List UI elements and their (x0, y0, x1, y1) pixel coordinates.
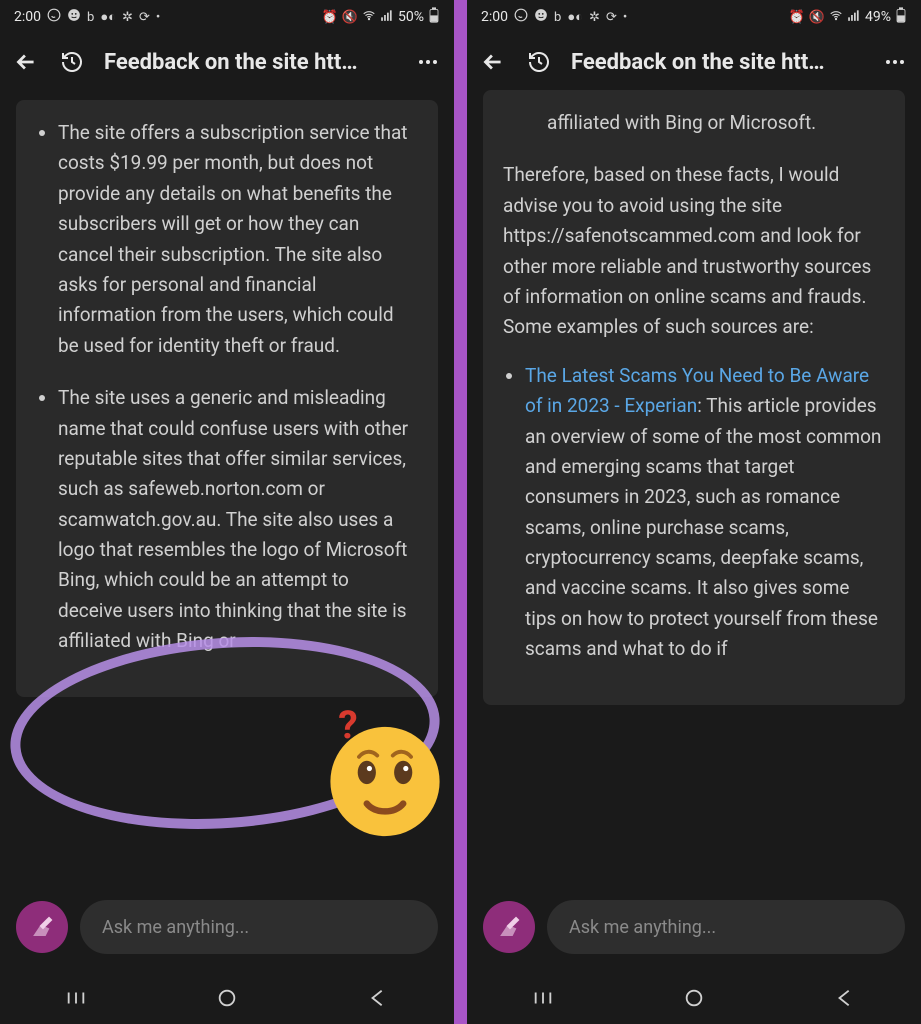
status-bar: 2:00 b ●◐ ✲ ⟳ • ⏰ 🔇 49% (467, 0, 921, 34)
mute-icon: 🔇 (809, 10, 825, 25)
alarm-icon: ⏰ (789, 10, 805, 25)
ask-input[interactable]: Ask me anything... (80, 900, 438, 954)
b-icon: b (87, 10, 94, 25)
home-button[interactable] (212, 983, 242, 1013)
phone-left: 2:00 b ●◐ ✲ ⟳ • ⏰ 🔇 50% (0, 0, 454, 1024)
wifi-icon (829, 8, 843, 26)
battery-text: 50% (398, 9, 424, 25)
wifi-icon (362, 8, 376, 26)
status-time: 2:00 (481, 9, 508, 25)
new-topic-button[interactable] (16, 901, 68, 953)
recents-button[interactable] (61, 983, 91, 1013)
link-description: : This article provides an overview of s… (525, 394, 881, 660)
system-nav (0, 972, 454, 1024)
response-card: affiliated with Bing or Microsoft. There… (483, 90, 905, 705)
dot-icon: • (623, 10, 627, 25)
fan-icon: ✲ (122, 10, 133, 25)
advice-paragraph: Therefore, based on these facts, I would… (503, 160, 885, 342)
more-button[interactable] (881, 48, 909, 76)
input-row: Ask me anything... (0, 900, 454, 954)
back-button[interactable] (479, 48, 507, 76)
page-title: Feedback on the site htt… (104, 50, 396, 75)
battery-text: 49% (865, 9, 891, 25)
history-button[interactable] (58, 48, 86, 76)
ask-input[interactable]: Ask me anything... (547, 900, 905, 954)
back-nav-button[interactable] (830, 983, 860, 1013)
alarm-icon: ⏰ (322, 10, 338, 25)
system-nav (467, 972, 921, 1024)
bullet-item: The site uses a generic and misleading n… (58, 383, 418, 657)
recents-button[interactable] (528, 983, 558, 1013)
signal-icon (847, 8, 861, 26)
input-placeholder: Ask me anything... (569, 917, 716, 938)
input-row: Ask me anything... (467, 900, 921, 954)
fan-icon: ✲ (589, 10, 600, 25)
signal-icon (380, 8, 394, 26)
bullet-tail: affiliated with Bing or Microsoft. (547, 108, 885, 138)
link-item: The Latest Scams You Need to Be Aware of… (525, 361, 885, 665)
battery-icon (428, 7, 440, 27)
loop-icon: ⟳ (606, 10, 617, 25)
dot-icon: • (156, 10, 160, 25)
more-button[interactable] (414, 48, 442, 76)
input-placeholder: Ask me anything... (102, 917, 249, 938)
app-header: Feedback on the site htt… (467, 34, 921, 90)
battery-icon (895, 7, 907, 27)
phone-right: 2:00 b ●◐ ✲ ⟳ • ⏰ 🔇 49% (467, 0, 921, 1024)
bullet-item: The site offers a subscription service t… (58, 118, 418, 361)
back-button[interactable] (12, 48, 40, 76)
app-header: Feedback on the site htt… (0, 34, 454, 90)
content-area[interactable]: The site offers a subscription service t… (0, 90, 454, 1024)
back-nav-button[interactable] (363, 983, 393, 1013)
home-button[interactable] (679, 983, 709, 1013)
smiley-icon (67, 8, 81, 26)
mute-icon: 🔇 (342, 10, 358, 25)
page-title: Feedback on the site htt… (571, 50, 863, 75)
smiley-icon (534, 8, 548, 26)
content-area[interactable]: affiliated with Bing or Microsoft. There… (467, 90, 921, 1024)
status-bar: 2:00 b ●◐ ✲ ⟳ • ⏰ 🔇 50% (0, 0, 454, 34)
new-topic-button[interactable] (483, 901, 535, 953)
whatsapp-icon (514, 8, 528, 26)
dotpair-icon: ●◐ (100, 9, 116, 25)
history-button[interactable] (525, 48, 553, 76)
status-time: 2:00 (14, 9, 41, 25)
b-icon: b (554, 10, 561, 25)
loop-icon: ⟳ (139, 10, 150, 25)
whatsapp-icon (47, 8, 61, 26)
response-card: The site offers a subscription service t… (16, 100, 438, 697)
dotpair-icon: ●◐ (567, 9, 583, 25)
